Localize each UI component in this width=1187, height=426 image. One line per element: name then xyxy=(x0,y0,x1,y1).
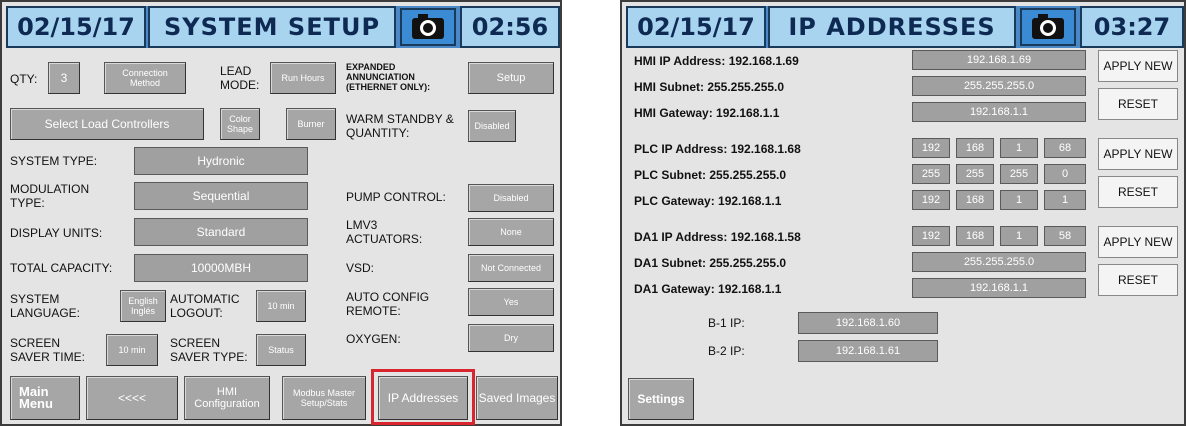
lmv3-actuators-button[interactable]: None xyxy=(468,218,554,246)
da1-ip-octet-2[interactable]: 168 xyxy=(956,226,994,246)
header-time: 02:56 xyxy=(460,6,560,48)
burner-button[interactable]: Burner xyxy=(286,108,336,140)
modulation-type-value[interactable]: Sequential xyxy=(134,182,308,210)
plc-ip-octet-3[interactable]: 1 xyxy=(1000,138,1038,158)
oxygen-button[interactable]: Dry xyxy=(468,324,554,352)
system-language-label: SYSTEM LANGUAGE: xyxy=(10,292,81,320)
hmi-subnet-field[interactable]: 255.255.255.0 xyxy=(912,76,1086,96)
b2-ip-field: 192.168.1.61 xyxy=(798,340,938,362)
plc-gateway-octet-1[interactable]: 192 xyxy=(912,190,950,210)
screen-saver-type-label: SCREEN SAVER TYPE: xyxy=(170,336,248,364)
plc-gateway-label: PLC Gateway: 192.168.1.1 xyxy=(634,194,782,208)
qty-button[interactable]: 3 xyxy=(48,62,80,94)
b1-ip-field: 192.168.1.60 xyxy=(798,312,938,334)
system-type-value[interactable]: Hydronic xyxy=(134,147,308,175)
total-capacity-label: TOTAL CAPACITY: xyxy=(10,261,113,275)
settings-button[interactable]: Settings xyxy=(628,378,694,420)
lead-mode-label: LEAD MODE: xyxy=(220,64,260,92)
connection-method-button[interactable]: Connection Method xyxy=(104,62,186,94)
da1-ip-octet-3[interactable]: 1 xyxy=(1000,226,1038,246)
header-date: 02/15/17 xyxy=(626,6,766,48)
da1-ip-octet-1[interactable]: 192 xyxy=(912,226,950,246)
plc-subnet-octet-1[interactable]: 255 xyxy=(912,164,950,184)
color-shape-button[interactable]: Color Shape xyxy=(220,108,260,140)
display-units-value[interactable]: Standard xyxy=(134,218,308,246)
plc-ip-octet-2[interactable]: 168 xyxy=(956,138,994,158)
qty-label: QTY: xyxy=(10,72,38,86)
plc-gateway-octet-4[interactable]: 1 xyxy=(1044,190,1086,210)
screen-saver-type-button[interactable]: Status xyxy=(256,334,306,366)
display-units-label: DISPLAY UNITS: xyxy=(10,226,103,240)
auto-config-remote-label: AUTO CONFIG REMOTE: xyxy=(346,290,430,318)
da1-gateway-label: DA1 Gateway: 192.168.1.1 xyxy=(634,282,782,296)
da1-subnet-label: DA1 Subnet: 255.255.255.0 xyxy=(634,256,787,270)
screen-saver-time-label: SCREEN SAVER TIME: xyxy=(10,336,85,364)
da1-subnet-field[interactable]: 255.255.255.0 xyxy=(912,252,1086,272)
hmi-ip-label: HMI IP Address: 192.168.1.69 xyxy=(634,54,799,68)
system-type-label: SYSTEM TYPE: xyxy=(10,154,98,168)
plc-subnet-octet-4[interactable]: 0 xyxy=(1044,164,1086,184)
hmi-ip-field[interactable]: 192.168.1.69 xyxy=(912,50,1086,70)
plc-ip-octet-4[interactable]: 68 xyxy=(1044,138,1086,158)
plc-subnet-octet-2[interactable]: 255 xyxy=(956,164,994,184)
page-title: SYSTEM SETUP xyxy=(148,6,396,48)
header-time: 03:27 xyxy=(1080,6,1184,48)
plc-gateway-octet-2[interactable]: 168 xyxy=(956,190,994,210)
plc-subnet-label: PLC Subnet: 255.255.255.0 xyxy=(634,168,787,182)
system-language-button[interactable]: English Inglés xyxy=(120,290,166,322)
plc-gateway-octet-3[interactable]: 1 xyxy=(1000,190,1038,210)
modbus-master-button[interactable]: Modbus Master Setup/Stats xyxy=(282,376,366,420)
header-bar: 02/15/17 SYSTEM SETUP 02:56 xyxy=(6,6,560,48)
da1-reset-button[interactable]: RESET xyxy=(1098,264,1178,296)
oxygen-label: OXYGEN: xyxy=(346,332,401,346)
hmi-gateway-label: HMI Gateway: 192.168.1.1 xyxy=(634,106,780,120)
expanded-annunciation-label: EXPANDED ANNUNCIATION (ETHERNET ONLY): xyxy=(346,62,431,92)
system-setup-screen: 02/15/17 SYSTEM SETUP 02:56 QTY: 3 Conne… xyxy=(0,0,562,426)
select-load-controllers-button[interactable]: Select Load Controllers xyxy=(10,108,204,140)
header-date: 02/15/17 xyxy=(6,6,146,48)
lead-mode-button[interactable]: Run Hours xyxy=(270,62,336,94)
plc-apply-new-button[interactable]: APPLY NEW xyxy=(1098,138,1178,170)
plc-subnet-octet-3[interactable]: 255 xyxy=(1000,164,1038,184)
page-title: IP ADDRESSES xyxy=(768,6,1016,48)
plc-ip-octet-1[interactable]: 192 xyxy=(912,138,950,158)
hmi-reset-button[interactable]: RESET xyxy=(1098,88,1178,120)
back-button[interactable]: <<<< xyxy=(86,376,178,420)
hmi-apply-new-button[interactable]: APPLY NEW xyxy=(1098,50,1178,82)
da1-ip-octet-4[interactable]: 58 xyxy=(1044,226,1086,246)
warm-standby-button[interactable]: Disabled xyxy=(468,110,516,142)
modulation-type-label: MODULATION TYPE: xyxy=(10,182,90,210)
pump-control-button[interactable]: Disabled xyxy=(468,184,554,212)
da1-apply-new-button[interactable]: APPLY NEW xyxy=(1098,226,1178,258)
plc-reset-button[interactable]: RESET xyxy=(1098,176,1178,208)
lmv3-actuators-label: LMV3 ACTUATORS: xyxy=(346,218,423,246)
automatic-logout-label: AUTOMATIC LOGOUT: xyxy=(170,292,240,320)
ip-addresses-screen: 02/15/17 IP ADDRESSES 03:27 HMI IP Addre… xyxy=(620,0,1186,426)
hmi-configuration-button[interactable]: HMI Configuration xyxy=(184,376,270,420)
auto-config-remote-button[interactable]: Yes xyxy=(468,288,554,316)
warm-standby-label: WARM STANDBY & QUANTITY: xyxy=(346,112,454,140)
total-capacity-value[interactable]: 10000MBH xyxy=(134,254,308,282)
automatic-logout-button[interactable]: 10 min xyxy=(256,290,306,322)
plc-ip-label: PLC IP Address: 192.168.1.68 xyxy=(634,142,801,156)
vsd-button[interactable]: Not Connected xyxy=(468,254,554,282)
b2-ip-label: B-2 IP: xyxy=(708,344,745,358)
saved-images-button[interactable]: Saved Images xyxy=(476,376,558,420)
vsd-label: VSD: xyxy=(346,261,375,275)
pump-control-label: PUMP CONTROL: xyxy=(346,190,446,204)
da1-gateway-field[interactable]: 192.168.1.1 xyxy=(912,278,1086,298)
setup-button[interactable]: Setup xyxy=(468,62,554,94)
hmi-gateway-field[interactable]: 192.168.1.1 xyxy=(912,102,1086,122)
da1-ip-label: DA1 IP Address: 192.168.1.58 xyxy=(634,230,801,244)
camera-icon[interactable] xyxy=(1020,8,1076,46)
screen-saver-time-button[interactable]: 10 min xyxy=(106,334,158,366)
b1-ip-label: B-1 IP: xyxy=(708,316,745,330)
camera-icon[interactable] xyxy=(400,8,456,46)
main-menu-button[interactable]: Main Menu xyxy=(10,376,80,420)
hmi-subnet-label: HMI Subnet: 255.255.255.0 xyxy=(634,80,785,94)
header-bar: 02/15/17 IP ADDRESSES 03:27 xyxy=(626,6,1184,48)
highlight-box xyxy=(371,369,475,425)
